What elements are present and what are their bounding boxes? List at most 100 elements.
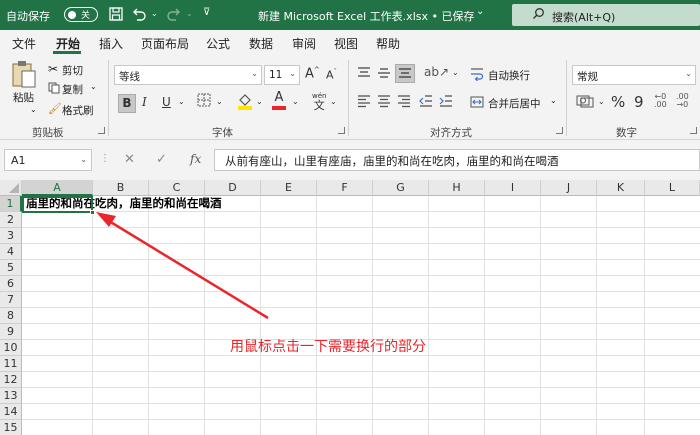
paste-dropdown-icon[interactable]: ⌄: [30, 105, 37, 114]
tab-file[interactable]: 文件: [12, 35, 36, 52]
column-header-j[interactable]: J: [541, 180, 597, 196]
tab-review[interactable]: 审阅: [292, 35, 316, 52]
worksheet-grid[interactable]: A B C D E F G H I J K L 1 2 3 4 5 6 7 8 …: [0, 180, 700, 435]
column-header-k[interactable]: K: [597, 180, 645, 196]
font-size-combo[interactable]: 11 ⌄: [264, 65, 300, 85]
wrap-text-button[interactable]: 自动换行: [470, 67, 530, 84]
alignment-launcher-icon[interactable]: [556, 127, 563, 134]
column-header-h[interactable]: H: [429, 180, 485, 196]
number-launcher-icon[interactable]: [690, 127, 697, 134]
autosave-toggle[interactable]: 关: [64, 7, 98, 22]
save-icon[interactable]: [108, 6, 124, 26]
align-left-button[interactable]: [356, 94, 372, 111]
copy-button[interactable]: 复制 ⌄: [48, 82, 97, 97]
column-header-e[interactable]: E: [261, 180, 317, 196]
column-header-l[interactable]: L: [645, 180, 700, 196]
borders-dropdown-icon[interactable]: ⌄: [216, 97, 223, 106]
row-header-10[interactable]: 10: [0, 340, 22, 356]
active-cell-a1[interactable]: [22, 196, 93, 213]
column-header-b[interactable]: B: [93, 180, 149, 196]
row-header-7[interactable]: 7: [0, 292, 22, 308]
row-header-15[interactable]: 15: [0, 420, 22, 435]
formula-input[interactable]: 从前有座山，山里有座庙，庙里的和尚在吃肉，庙里的和尚在喝酒: [214, 149, 700, 171]
fill-color-button[interactable]: [236, 91, 254, 114]
percent-style-button[interactable]: %: [611, 93, 625, 111]
undo-dropdown-icon[interactable]: ⌄: [151, 9, 158, 18]
select-all-corner[interactable]: [0, 180, 22, 196]
row-header-1[interactable]: 1: [0, 196, 22, 212]
increase-decimal-button[interactable]: ←0.00: [654, 93, 667, 109]
paste-button[interactable]: 粘贴: [10, 60, 42, 104]
merge-dropdown-icon[interactable]: ⌄: [550, 96, 557, 105]
accounting-dropdown-icon[interactable]: ⌄: [598, 97, 605, 106]
clipboard-launcher-icon[interactable]: [98, 127, 105, 134]
column-header-c[interactable]: C: [149, 180, 205, 196]
merge-center-button[interactable]: 合并后居中 ⌄: [470, 95, 557, 112]
row-header-13[interactable]: 13: [0, 388, 22, 404]
tab-help[interactable]: 帮助: [376, 35, 400, 52]
accounting-format-button[interactable]: [576, 94, 594, 111]
format-painter-button[interactable]: 🖌 格式刷: [48, 102, 94, 117]
comma-style-button[interactable]: 9: [634, 93, 644, 111]
increase-font-size-button[interactable]: A^: [305, 66, 320, 81]
orientation-button[interactable]: ab↗: [424, 65, 449, 79]
column-header-a[interactable]: A: [22, 180, 93, 196]
row-header-11[interactable]: 11: [0, 356, 22, 372]
underline-button[interactable]: U: [162, 95, 171, 109]
column-header-g[interactable]: G: [373, 180, 429, 196]
font-color-dropdown-icon[interactable]: ⌄: [292, 97, 299, 106]
copy-dropdown-icon[interactable]: ⌄: [90, 82, 97, 91]
column-header-i[interactable]: I: [485, 180, 541, 196]
align-top-button[interactable]: [356, 66, 372, 83]
font-launcher-icon[interactable]: [338, 127, 345, 134]
bold-button[interactable]: B: [118, 94, 136, 113]
italic-button[interactable]: I: [142, 95, 147, 109]
orientation-dropdown-icon[interactable]: ⌄: [452, 68, 459, 77]
redo-dropdown-icon[interactable]: ⌄: [186, 9, 193, 18]
row-header-5[interactable]: 5: [0, 260, 22, 276]
font-color-button[interactable]: A: [272, 91, 286, 110]
column-header-f[interactable]: F: [317, 180, 373, 196]
decrease-font-size-button[interactable]: Aˇ: [326, 68, 337, 82]
decrease-indent-button[interactable]: [418, 94, 434, 111]
fill-handle[interactable]: [90, 210, 95, 215]
number-format-combo[interactable]: 常规 ⌄: [572, 65, 696, 85]
row-header-8[interactable]: 8: [0, 308, 22, 324]
phonetic-button[interactable]: wén 文: [312, 92, 326, 111]
font-name-combo[interactable]: 等线 ⌄: [114, 65, 262, 85]
redo-icon[interactable]: [166, 6, 182, 26]
align-middle-button[interactable]: [376, 66, 392, 83]
row-header-6[interactable]: 6: [0, 276, 22, 292]
phonetic-dropdown-icon[interactable]: ⌄: [330, 97, 337, 106]
tab-data[interactable]: 数据: [249, 35, 273, 52]
row-header-4[interactable]: 4: [0, 244, 22, 260]
customize-qat-icon[interactable]: ⊽: [203, 7, 210, 18]
row-header-9[interactable]: 9: [0, 324, 22, 340]
insert-function-icon[interactable]: fx: [190, 152, 201, 166]
row-header-2[interactable]: 2: [0, 212, 22, 228]
search-box[interactable]: 搜索(Alt+Q): [512, 4, 700, 26]
name-box[interactable]: A1 ⌄: [4, 149, 92, 171]
tab-view[interactable]: 视图: [334, 35, 358, 52]
row-header-14[interactable]: 14: [0, 404, 22, 420]
tab-page-layout[interactable]: 页面布局: [141, 35, 189, 52]
underline-dropdown-icon[interactable]: ⌄: [178, 97, 185, 106]
cut-button[interactable]: ✂ 剪切: [48, 62, 83, 77]
title-chevron-icon[interactable]: ⌄: [476, 6, 484, 17]
row-header-12[interactable]: 12: [0, 372, 22, 388]
borders-button[interactable]: [196, 92, 212, 111]
cancel-icon[interactable]: ✕: [124, 152, 135, 167]
row-header-3[interactable]: 3: [0, 228, 22, 244]
undo-icon[interactable]: [131, 6, 147, 26]
increase-indent-button[interactable]: [438, 94, 454, 111]
tab-home[interactable]: 开始: [56, 35, 80, 52]
enter-icon[interactable]: ✓: [156, 152, 167, 167]
tab-formulas[interactable]: 公式: [206, 35, 230, 52]
align-right-button[interactable]: [396, 94, 412, 111]
decrease-decimal-button[interactable]: .00 →0: [676, 93, 689, 109]
column-header-d[interactable]: D: [205, 180, 261, 196]
align-center-button[interactable]: [376, 94, 392, 111]
align-bottom-button[interactable]: [395, 64, 415, 83]
tab-insert[interactable]: 插入: [99, 35, 123, 52]
fill-color-dropdown-icon[interactable]: ⌄: [256, 97, 263, 106]
